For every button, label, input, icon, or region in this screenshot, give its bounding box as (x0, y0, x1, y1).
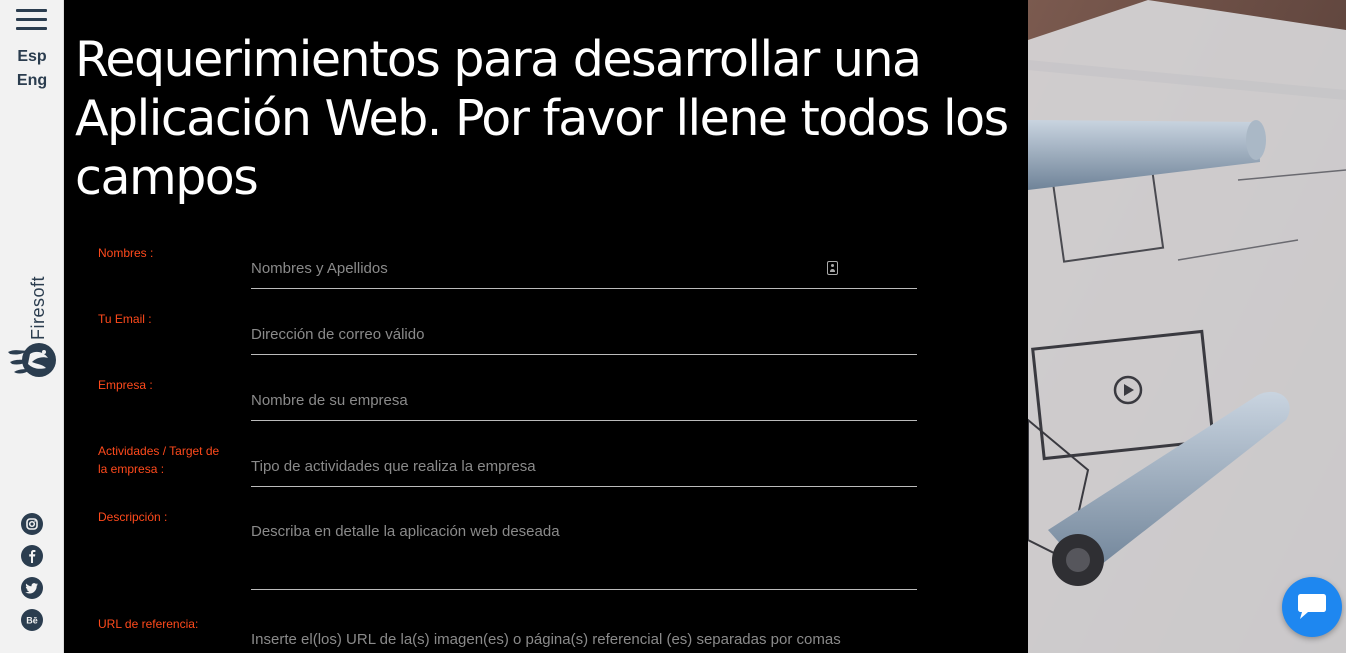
hamburger-menu-icon[interactable] (16, 9, 47, 31)
activities-label: Actividades / Target de la empresa : (98, 444, 220, 476)
email-input[interactable] (251, 315, 917, 355)
twitter-icon[interactable] (21, 577, 43, 599)
chat-bubble-icon (1298, 594, 1326, 619)
name-input[interactable] (251, 249, 917, 289)
brand-logo[interactable]: Firesoft (6, 272, 60, 384)
email-label: Tu Email : (98, 312, 152, 326)
contact-card-icon (827, 261, 838, 275)
svg-text:Bē: Bē (26, 616, 38, 626)
reference-url-input[interactable] (251, 619, 917, 653)
description-textarea[interactable] (251, 518, 917, 590)
facebook-icon[interactable] (21, 545, 43, 567)
desk-sketch-illustration (1028, 0, 1346, 653)
background-photo (1028, 0, 1346, 653)
instagram-icon[interactable] (21, 513, 43, 535)
brand-name: Firesoft (28, 275, 48, 340)
firesoft-logo-icon (8, 343, 56, 377)
name-label: Nombres : (98, 246, 154, 260)
chat-button[interactable] (1282, 577, 1342, 637)
activities-input[interactable] (251, 447, 917, 487)
sidebar: Esp Eng Firesoft Bē (0, 0, 64, 653)
language-eng-link[interactable]: Eng (0, 72, 64, 90)
description-label: Descripción : (98, 510, 168, 524)
company-label: Empresa : (98, 378, 153, 392)
company-input[interactable] (251, 381, 917, 421)
main-content: Requerimientos para desarrollar una Apli… (64, 0, 1028, 653)
reference-url-label: URL de referencia: (98, 617, 199, 631)
language-esp-link[interactable]: Esp (0, 48, 64, 66)
behance-icon[interactable]: Bē (21, 609, 43, 631)
page-title: Requerimientos para desarrollar una Apli… (75, 31, 1009, 206)
